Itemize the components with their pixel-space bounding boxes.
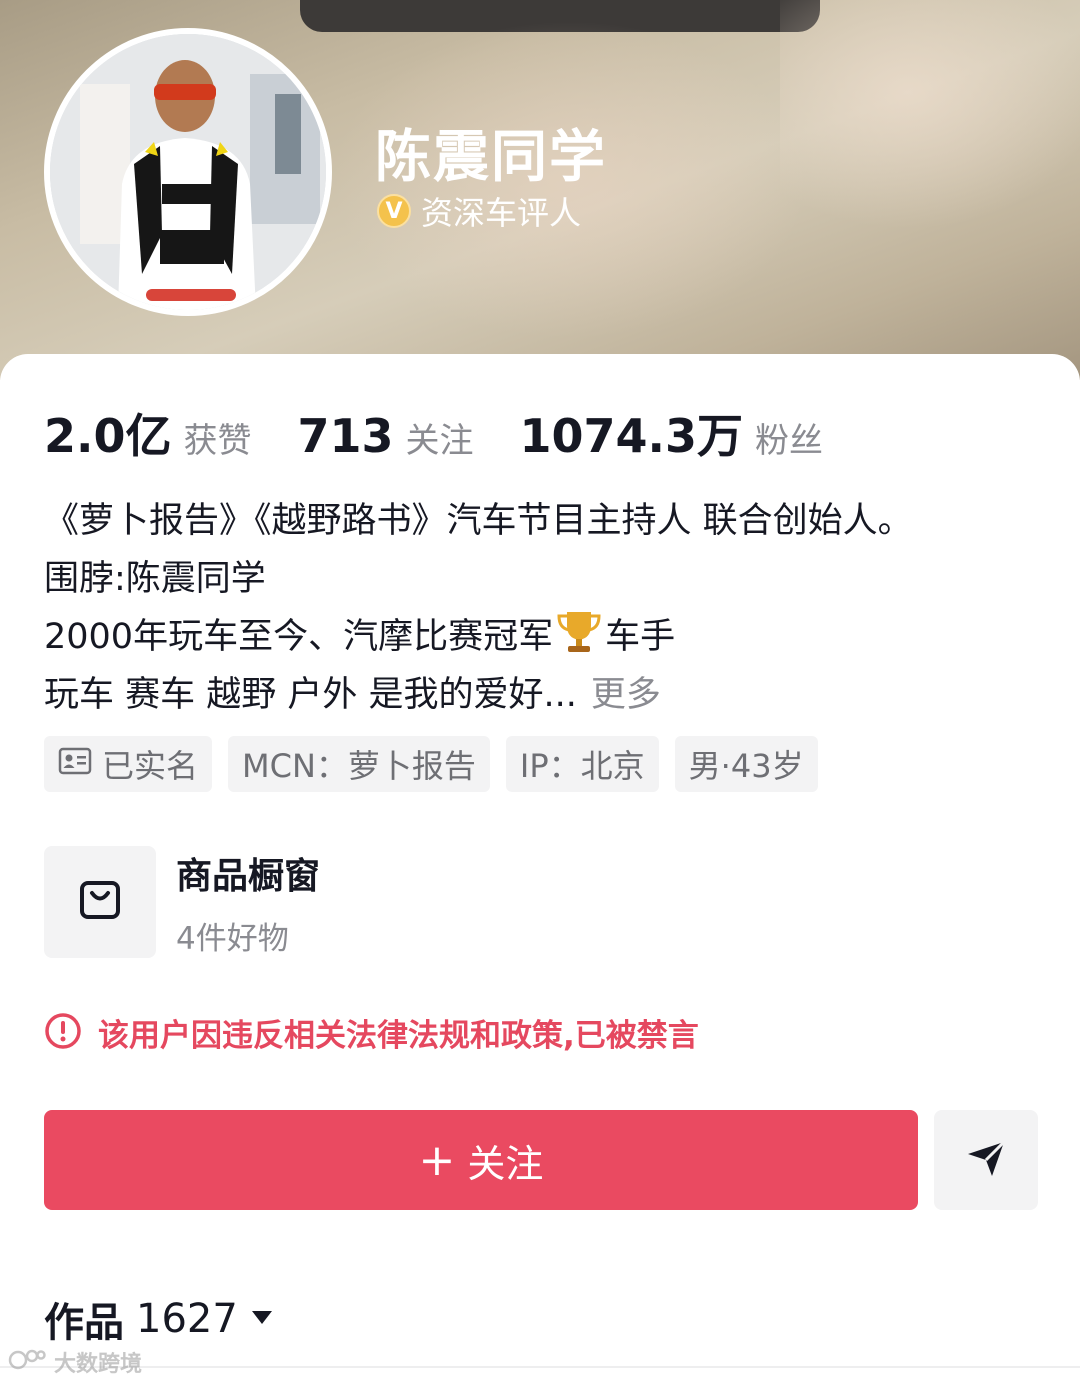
tag-label: 已实名 (102, 747, 199, 785)
shop-subtitle: 4件好物 (176, 920, 289, 957)
works-tab[interactable]: 作品 1627 (44, 1290, 274, 1348)
tag-label: 男·43岁 (688, 747, 804, 785)
stats-row: 2.0亿 获赞 713 关注 1074.3万 粉丝 (44, 400, 869, 466)
stat-likes-label: 获赞 (183, 421, 252, 461)
watermark-logo-icon (8, 1347, 48, 1377)
stat-likes[interactable]: 2.0亿 获赞 (44, 400, 252, 466)
tag-verified-identity[interactable]: 已实名 (44, 736, 213, 792)
dropdown-caret-icon (250, 1307, 274, 1331)
share-button[interactable] (934, 1110, 1038, 1210)
id-card-icon (58, 745, 92, 783)
shop-icon-box (44, 846, 156, 958)
avatar-photo (50, 34, 326, 310)
warning-text: 该用户因违反相关法律法规和政策,已被禁言 (98, 1018, 699, 1054)
shop-title: 商品橱窗 (176, 855, 321, 897)
divider (0, 1366, 1080, 1368)
stat-followers-value: 1074.3万 (519, 409, 744, 463)
watermark: 大数跨境 (8, 1346, 142, 1378)
tag-label: MCN：萝卜报告 (242, 747, 476, 785)
tag-mcn[interactable]: MCN：萝卜报告 (228, 736, 490, 792)
watermark-text: 大数跨境 (54, 1352, 143, 1377)
verification-row: V 资深车评人 (377, 188, 581, 234)
tag-label: IP：北京 (519, 747, 645, 785)
profile-tags: 已实名 MCN：萝卜报告 IP：北京 男·43岁 (44, 736, 818, 792)
stat-following-label: 关注 (405, 421, 474, 461)
bio-line-3-suffix: 车手 (605, 617, 676, 657)
shop-text: 商品橱窗 4件好物 (176, 847, 320, 958)
warning-circle-icon (44, 1012, 82, 1054)
verified-badge-icon: V (377, 194, 411, 228)
stat-following-value: 713 (297, 409, 394, 463)
verification-label: 资深车评人 (421, 194, 582, 232)
bio-line-4: 玩车 赛车 越野 户外 是我的爱好... 更多 (44, 666, 1044, 724)
plus-icon: + (418, 1134, 456, 1186)
stat-following[interactable]: 713 关注 (298, 409, 474, 463)
header-photo-hand (780, 0, 1080, 230)
ban-warning: 该用户因违反相关法律法规和政策,已被禁言 (44, 1010, 699, 1055)
works-count: 1627 (136, 1296, 238, 1342)
follow-label: 关注 (467, 1141, 544, 1186)
works-label: 作品 (44, 1300, 124, 1346)
avatar[interactable] (44, 28, 332, 316)
shopping-bag-icon (78, 878, 122, 926)
shop-window-entry[interactable]: 商品橱窗 4件好物 (44, 846, 320, 958)
bio-line-4-text: 玩车 赛车 越野 户外 是我的爱好... (44, 675, 577, 715)
bio-line-1: 《萝卜报告》《越野路书》汽车节目主持人 联合创始人。 (44, 501, 913, 541)
bio: 《萝卜报告》《越野路书》汽车节目主持人 联合创始人。 围脖:陈震同学 2000年… (44, 492, 1044, 724)
bio-more-link[interactable]: 更多 (591, 675, 661, 715)
bio-line-3-text: 2000年玩车至今、汽摩比赛冠军 (44, 617, 554, 657)
stat-followers[interactable]: 1074.3万 粉丝 (520, 400, 824, 466)
tag-gender-age: 男·43岁 (674, 736, 818, 792)
tag-ip-location: IP：北京 (505, 736, 659, 792)
follow-button[interactable]: + 关注 (44, 1110, 918, 1210)
bio-line-3: 2000年玩车至今、汽摩比赛冠军 车手 (44, 608, 1044, 666)
trophy-icon (553, 608, 605, 672)
share-send-icon (964, 1136, 1008, 1184)
stat-followers-label: 粉丝 (755, 421, 824, 461)
profile-name: 陈震同学 (375, 125, 607, 190)
stat-likes-value: 2.0亿 (44, 409, 172, 463)
bio-line-2: 围脖:陈震同学 (44, 559, 266, 599)
